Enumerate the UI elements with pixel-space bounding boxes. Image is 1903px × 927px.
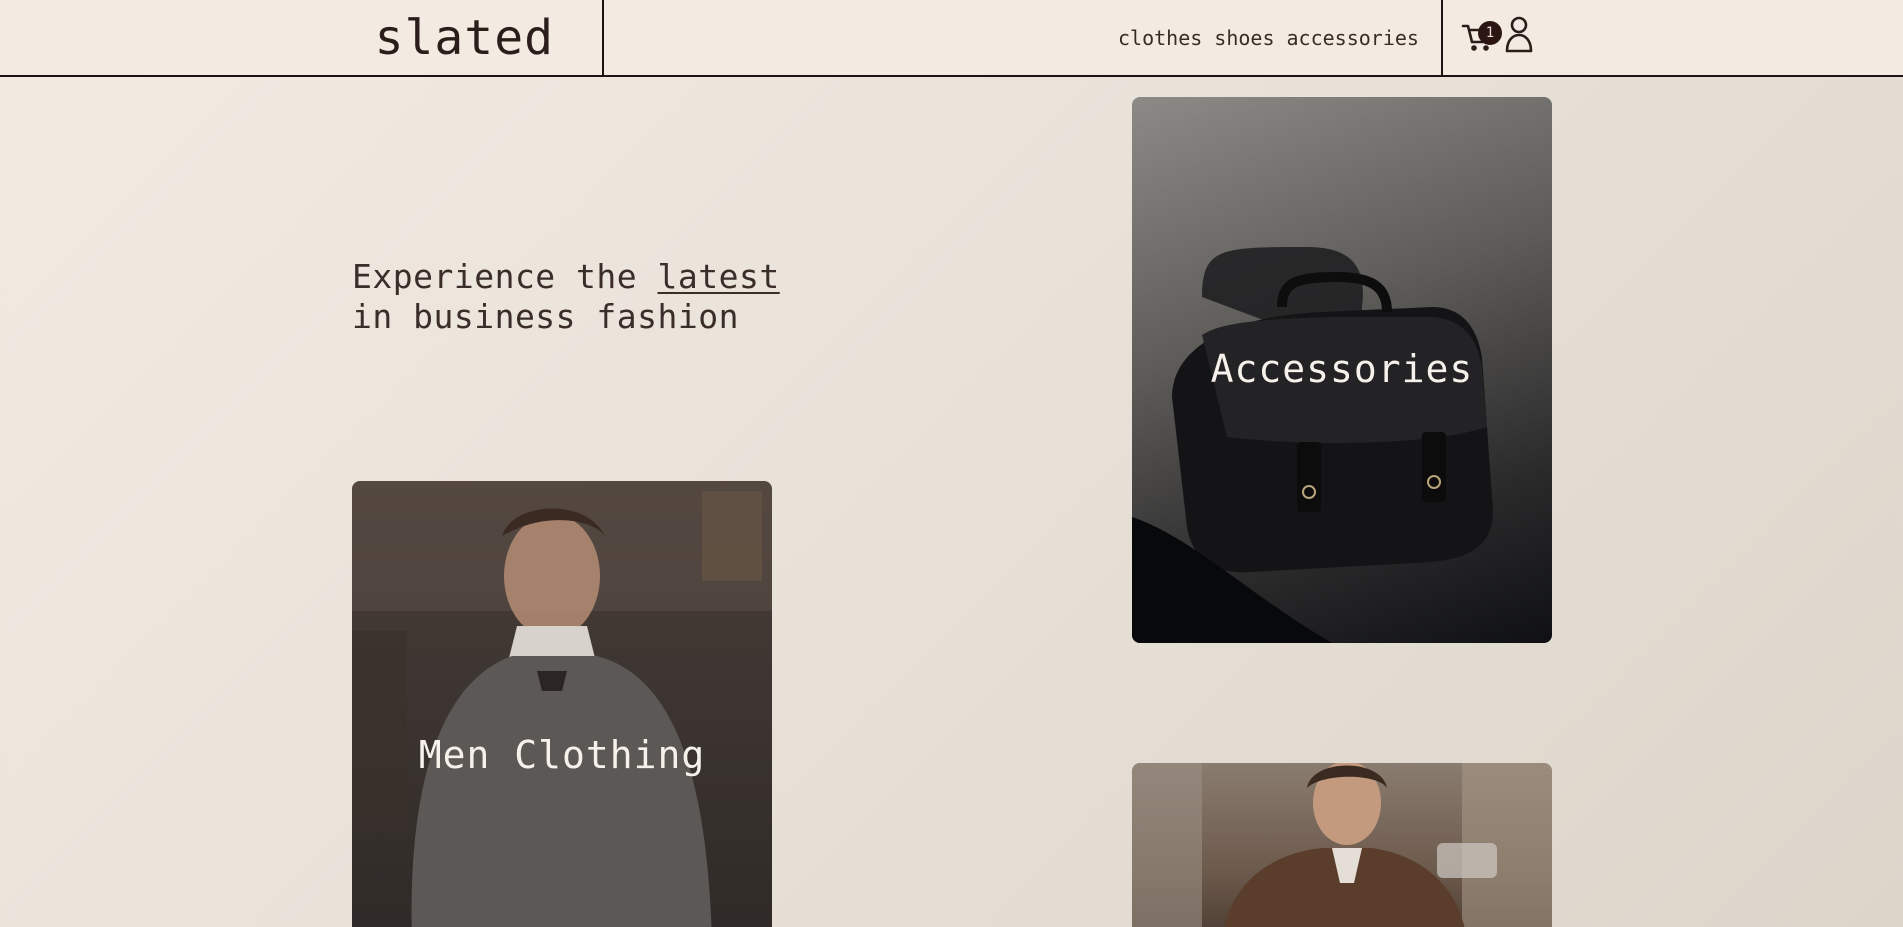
hero-line-1: Experience the latest	[352, 257, 780, 297]
header-divider	[1441, 0, 1443, 75]
cart-count-badge: 1	[1478, 21, 1502, 45]
nav-link-accessories[interactable]: accessories	[1287, 26, 1419, 50]
category-label-men-clothing: Men Clothing	[418, 733, 706, 777]
main-nav: clothes shoes accessories	[1118, 0, 1419, 75]
cart-button[interactable]: 1	[1461, 14, 1502, 54]
category-card-accessories[interactable]: Accessories	[1132, 97, 1552, 643]
hero-tagline: Experience the latest in business fashio…	[352, 257, 780, 337]
category-label-accessories: Accessories	[1210, 347, 1474, 391]
nav-link-clothes[interactable]: clothes	[1118, 26, 1202, 50]
hero-highlight-latest: latest	[657, 257, 780, 296]
category-card-men-clothing[interactable]: Men Clothing	[352, 481, 772, 927]
category-card-women[interactable]	[1132, 763, 1552, 927]
hero-line-1-text: Experience the	[352, 257, 658, 296]
hero-line-2: in business fashion	[352, 297, 739, 336]
account-button[interactable]	[1504, 14, 1534, 54]
site-header: slated clothes shoes accessories 1	[0, 0, 1903, 77]
site-logo[interactable]: slated	[0, 0, 604, 75]
women-clothing-image	[1132, 763, 1552, 927]
user-icon	[1505, 16, 1533, 53]
nav-link-shoes[interactable]: shoes	[1214, 26, 1274, 50]
men-clothing-image	[352, 481, 772, 927]
